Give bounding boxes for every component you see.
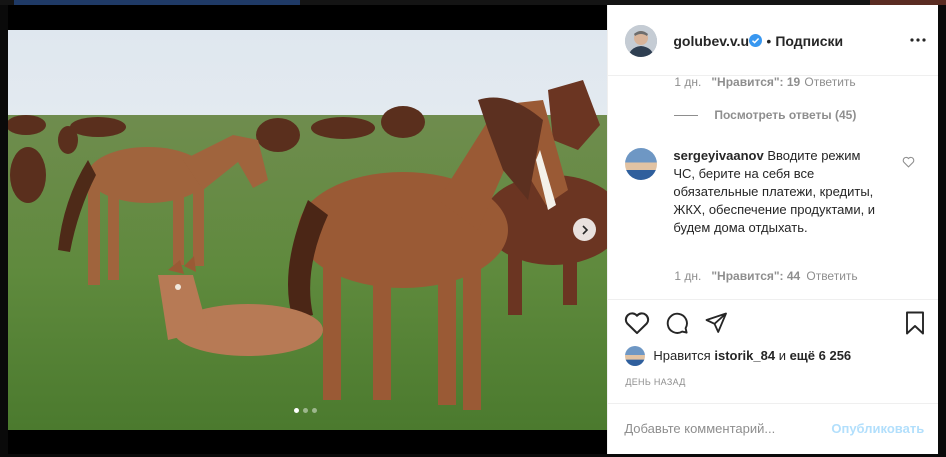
liker-username[interactable]: istorik_84 bbox=[714, 348, 775, 363]
likes-prefix: Нравится bbox=[653, 348, 711, 363]
paper-plane-icon[interactable] bbox=[704, 311, 728, 335]
chevron-right-icon bbox=[581, 224, 588, 235]
verified-badge-icon bbox=[749, 34, 763, 47]
comment-likes-label[interactable]: "Нравится": 44 bbox=[711, 269, 800, 283]
carousel-dot bbox=[303, 408, 308, 413]
post-timestamp[interactable]: ДЕНЬ НАЗАД bbox=[625, 377, 685, 387]
post-modal: golubev.v.u • Подписки 1 дн. "Нравится":… bbox=[8, 5, 939, 454]
author-avatar[interactable] bbox=[625, 25, 658, 57]
post-media bbox=[8, 5, 608, 454]
publish-comment-button[interactable]: Опубликовать bbox=[831, 421, 924, 436]
carousel-dot-active bbox=[294, 408, 299, 413]
actions-divider bbox=[608, 299, 939, 300]
carousel-next-button[interactable] bbox=[573, 218, 596, 241]
view-replies-line bbox=[674, 115, 699, 116]
post-sidebar: golubev.v.u • Подписки 1 дн. "Нравится":… bbox=[607, 5, 939, 454]
likes-summary: Нравится istorik_84 и ещё 6 256 bbox=[653, 348, 851, 363]
comment-like-heart-icon[interactable] bbox=[902, 156, 915, 168]
comment-box-divider bbox=[608, 403, 939, 404]
carousel-indicator bbox=[294, 408, 317, 413]
add-comment-input[interactable] bbox=[624, 417, 815, 439]
reply-likes-label[interactable]: "Нравится": 19 bbox=[711, 75, 800, 89]
reply-timestamp[interactable]: 1 дн. bbox=[674, 75, 701, 89]
avatar-portrait bbox=[625, 25, 658, 57]
comment-bubble-icon[interactable] bbox=[664, 311, 690, 335]
likes-connector: и bbox=[778, 348, 786, 363]
following-button[interactable]: Подписки bbox=[775, 33, 843, 49]
reply-likes-count[interactable]: "Нравится": 19 bbox=[711, 75, 800, 89]
comment-likes-count[interactable]: "Нравится": 44 bbox=[711, 269, 800, 283]
author-username[interactable]: golubev.v.u bbox=[673, 33, 749, 49]
liker-avatar[interactable] bbox=[625, 346, 646, 366]
comment-timestamp[interactable]: 1 дн. bbox=[674, 269, 701, 283]
comment-body: sergeyivaanov Вводите режим ЧС, берите н… bbox=[673, 147, 878, 237]
heart-icon[interactable] bbox=[624, 311, 650, 335]
header-separator: • bbox=[766, 33, 772, 49]
post-photo-horses[interactable] bbox=[8, 30, 608, 430]
reply-button[interactable]: Ответить bbox=[804, 75, 855, 89]
bookmark-icon[interactable] bbox=[904, 311, 926, 335]
comment-reply-button[interactable]: Ответить bbox=[806, 269, 857, 283]
more-options-icon[interactable] bbox=[908, 32, 928, 48]
carousel-dot bbox=[312, 408, 317, 413]
view-replies-button[interactable]: Посмотреть ответы (45) bbox=[714, 108, 856, 122]
likes-others-count[interactable]: ещё 6 256 bbox=[790, 348, 852, 363]
post-header: golubev.v.u • Подписки bbox=[608, 5, 939, 76]
commenter-username[interactable]: sergeyivaanov bbox=[673, 148, 763, 163]
commenter-avatar[interactable] bbox=[625, 148, 658, 180]
